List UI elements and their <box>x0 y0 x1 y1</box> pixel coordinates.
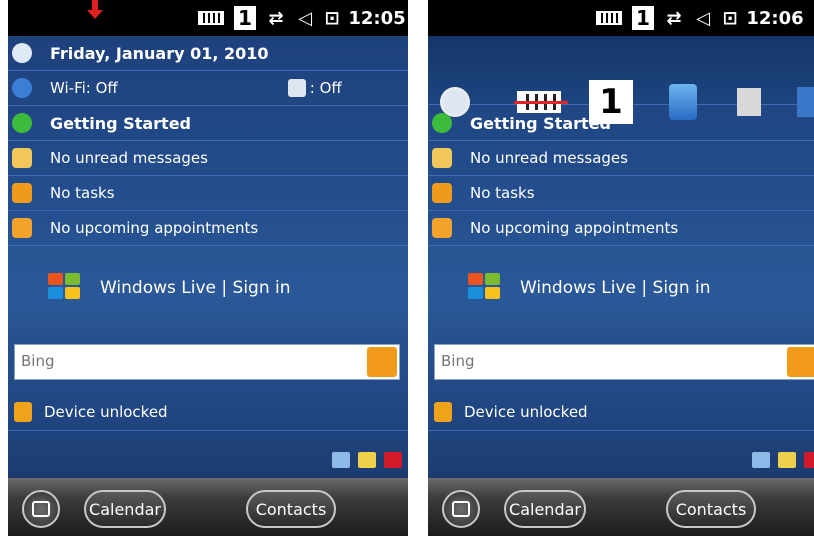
power-icon: ⊡ <box>324 7 340 29</box>
search-input[interactable] <box>15 345 367 377</box>
windows-flag-icon <box>468 273 504 303</box>
battery-icon <box>198 11 224 25</box>
right-phone-screen: 1 ⇄ ◁ ⊡ 12:06 1 Getting Started No unrea… <box>428 0 814 536</box>
messages-label: No unread messages <box>470 149 628 167</box>
getting-started-icon <box>432 113 452 133</box>
network-icon[interactable] <box>332 452 350 468</box>
getting-started-row[interactable]: Getting Started <box>8 106 408 141</box>
pointer-arrow-icon <box>87 0 103 19</box>
appointments-row[interactable]: No upcoming appointments <box>428 211 814 246</box>
mail-icon <box>12 148 32 168</box>
getting-started-label: Getting Started <box>470 113 611 133</box>
connectivity-icon[interactable] <box>778 452 796 468</box>
connectivity-icon[interactable] <box>358 452 376 468</box>
lock-icon <box>434 402 452 422</box>
quick-settings-bar[interactable]: 1 <box>428 36 814 124</box>
clock-time: 12:06 <box>746 7 804 29</box>
start-button[interactable] <box>442 490 480 528</box>
windows-live-row[interactable]: Windows Live | Sign in <box>8 258 408 318</box>
lock-row[interactable]: Device unlocked <box>428 394 814 431</box>
wireless-row[interactable]: Wi-Fi: Off : Off <box>8 71 408 106</box>
device-status-label: Device unlocked <box>464 403 588 421</box>
start-button[interactable] <box>22 490 60 528</box>
status-bar[interactable]: 1 ⇄ ◁ ⊡ 12:05 <box>8 0 408 36</box>
tasks-label: No tasks <box>470 184 535 202</box>
volume-icon: ◁ <box>298 7 312 29</box>
wifi-status: Wi-Fi: Off <box>50 79 118 97</box>
clock-icon <box>12 43 32 63</box>
search-input[interactable] <box>435 345 787 377</box>
network-icon[interactable] <box>752 452 770 468</box>
search-box[interactable] <box>434 344 814 380</box>
tasks-icon <box>432 183 452 203</box>
tasks-row[interactable]: No tasks <box>428 176 814 211</box>
device-status-label: Device unlocked <box>44 403 168 421</box>
battery-mini-icon[interactable] <box>384 452 402 468</box>
soft-key-bar: Calendar Contacts <box>428 478 814 536</box>
tasks-row[interactable]: No tasks <box>8 176 408 211</box>
date-text: Friday, January 01, 2010 <box>50 43 269 63</box>
clock-time: 12:05 <box>348 7 406 29</box>
windows-logo-icon <box>32 501 50 517</box>
battery-mini-icon[interactable] <box>804 452 814 468</box>
profile-number-indicator: 1 <box>234 6 256 30</box>
contacts-button[interactable]: Contacts <box>666 490 756 528</box>
left-phone-screen: 1 ⇄ ◁ ⊡ 12:05 Friday, January 01, 2010 W… <box>8 0 408 536</box>
status-bar[interactable]: 1 ⇄ ◁ ⊡ 12:06 <box>428 0 814 36</box>
bluetooth-icon <box>287 79 306 97</box>
messages-label: No unread messages <box>50 149 208 167</box>
lock-row[interactable]: Device unlocked <box>8 394 408 431</box>
contacts-button[interactable]: Contacts <box>246 490 336 528</box>
power-icon: ⊡ <box>722 7 738 29</box>
getting-started-row[interactable]: Getting Started <box>428 106 814 141</box>
calendar-button[interactable]: Calendar <box>84 490 166 528</box>
windows-live-label: Windows Live | Sign in <box>520 278 711 298</box>
tasks-icon <box>12 183 32 203</box>
calendar-icon <box>432 218 452 238</box>
windows-live-row[interactable]: Windows Live | Sign in <box>428 258 814 318</box>
date-row[interactable]: Friday, January 01, 2010 <box>8 36 408 71</box>
calendar-icon <box>12 218 32 238</box>
windows-live-label: Windows Live | Sign in <box>100 278 291 298</box>
messages-row[interactable]: No unread messages <box>8 141 408 176</box>
getting-started-icon <box>12 113 32 133</box>
search-icon[interactable] <box>787 347 814 377</box>
search-icon[interactable] <box>367 347 397 377</box>
system-tray <box>752 452 814 468</box>
windows-logo-icon <box>452 501 470 517</box>
volume-icon: ◁ <box>696 7 710 29</box>
getting-started-label: Getting Started <box>50 113 191 133</box>
search-box[interactable] <box>14 344 400 380</box>
sync-icon: ⇄ <box>268 7 284 29</box>
calendar-button[interactable]: Calendar <box>504 490 586 528</box>
sync-icon: ⇄ <box>666 7 682 29</box>
profile-number-indicator: 1 <box>632 6 654 30</box>
appointments-label: No upcoming appointments <box>50 219 259 237</box>
lock-icon <box>14 402 32 422</box>
windows-flag-icon <box>48 273 84 303</box>
tasks-label: No tasks <box>50 184 115 202</box>
bluetooth-status: : Off <box>309 79 342 97</box>
mail-icon <box>432 148 452 168</box>
appointments-row[interactable]: No upcoming appointments <box>8 211 408 246</box>
system-tray <box>332 452 402 468</box>
battery-icon <box>596 11 622 25</box>
wifi-icon <box>12 78 32 98</box>
soft-key-bar: Calendar Contacts <box>8 478 408 536</box>
messages-row[interactable]: No unread messages <box>428 141 814 176</box>
appointments-label: No upcoming appointments <box>470 219 679 237</box>
